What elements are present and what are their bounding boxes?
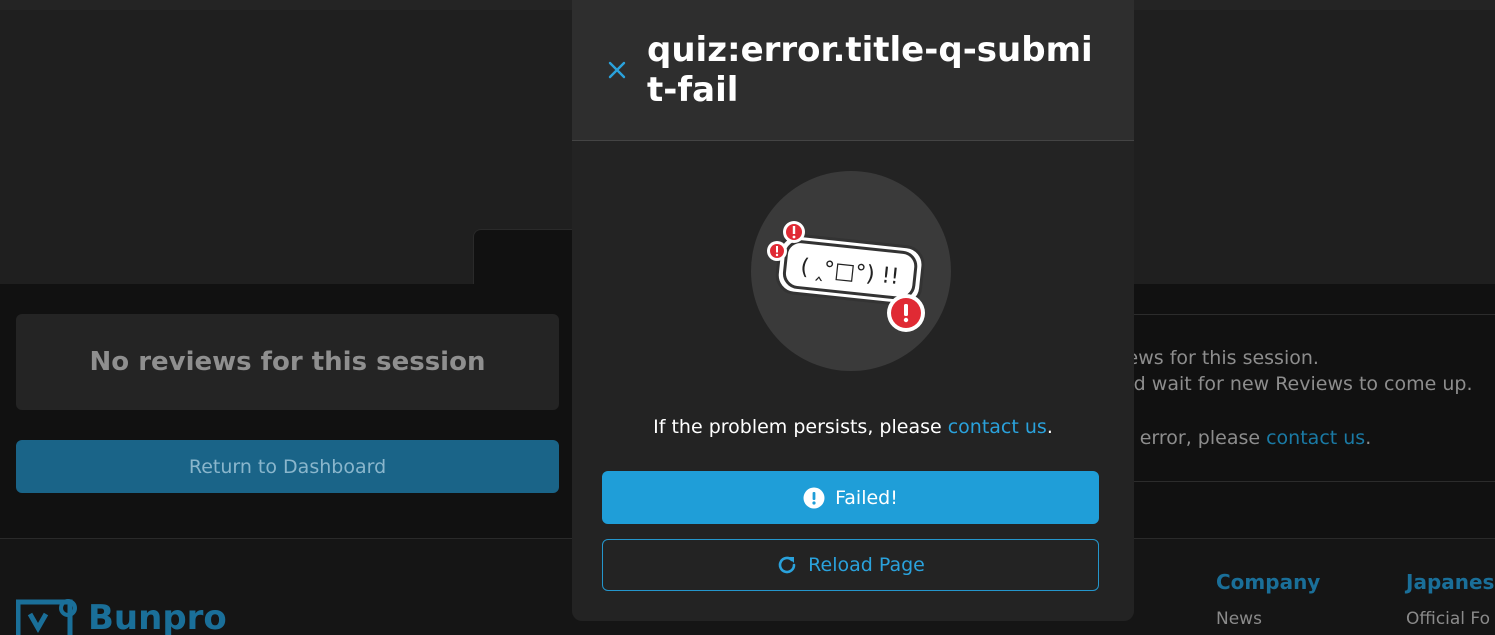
- reload-button-label: Reload Page: [808, 554, 925, 576]
- return-to-dashboard-button[interactable]: Return to Dashboard: [16, 440, 559, 493]
- bunpro-logo-icon: [16, 599, 77, 635]
- modal-title: quiz:error.title-q-submit-fail: [647, 30, 1093, 110]
- review-info-line-3: an error, please contact us.: [1110, 427, 1371, 449]
- no-reviews-card: No reviews for this session: [16, 314, 559, 410]
- error-modal: quiz:error.title-q-submit-fail ( ‸°□°) !…: [572, 0, 1134, 621]
- modal-header: quiz:error.title-q-submit-fail: [572, 0, 1134, 141]
- persist-prefix: If the problem persists, please: [653, 416, 948, 438]
- failed-button-label: Failed!: [835, 486, 898, 509]
- reload-page-button[interactable]: Reload Page: [602, 539, 1099, 591]
- close-icon: [608, 61, 626, 79]
- failed-button[interactable]: Failed!: [602, 471, 1099, 524]
- footer-link-news[interactable]: News: [1216, 609, 1262, 629]
- review-info-panel: views for this session. and wait for new…: [1110, 314, 1495, 482]
- footer-heading-company: Company: [1216, 570, 1321, 594]
- review-info-line-2: and wait for new Reviews to come up.: [1110, 373, 1473, 395]
- contact-us-link-background[interactable]: contact us: [1266, 427, 1365, 449]
- exclamation-circle-icon: [803, 487, 825, 508]
- persist-message: If the problem persists, please contact …: [572, 416, 1134, 438]
- page: No reviews for this session Return to Da…: [0, 0, 1495, 635]
- reload-icon: [778, 556, 796, 574]
- kaomoji-error-icon: ( ‸°□°) !!: [767, 221, 925, 332]
- footer-logo[interactable]: Bunpro: [16, 598, 227, 635]
- no-reviews-title: No reviews for this session: [89, 347, 486, 377]
- error-illustration: ( ‸°□°) !!: [751, 171, 951, 371]
- review-info-line-1: views for this session.: [1110, 347, 1319, 369]
- footer-heading-japanese: Japanese: [1406, 570, 1495, 594]
- footer-link-official-forum[interactable]: Official Fo: [1406, 609, 1490, 629]
- footer-logo-text: Bunpro: [88, 598, 227, 635]
- review-info-line-3-suffix: .: [1365, 427, 1372, 449]
- close-button[interactable]: [602, 55, 632, 85]
- contact-us-link[interactable]: contact us: [948, 416, 1047, 438]
- persist-suffix: .: [1046, 416, 1053, 438]
